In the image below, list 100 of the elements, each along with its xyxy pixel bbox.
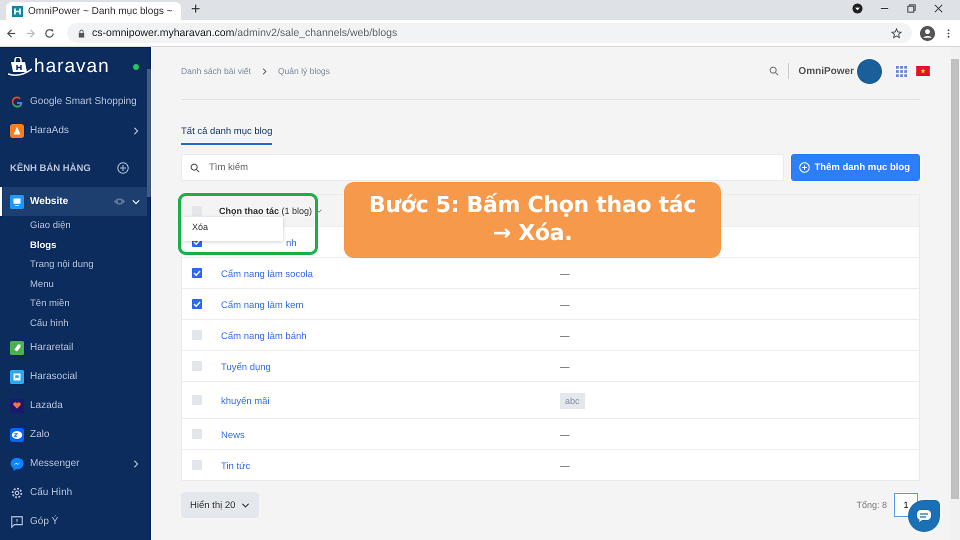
sidebar-item[interactable]: Zalo	[0, 420, 147, 449]
sidebar-item[interactable]: Messenger	[0, 449, 147, 478]
table-cell: —	[560, 331, 570, 342]
sidebar-item[interactable]: HaraAds	[0, 116, 147, 145]
sidebar-item[interactable]: Hararetail	[0, 333, 147, 362]
blog-category-link[interactable]: Cẩm nang làm kem	[221, 300, 304, 311]
close-icon[interactable]	[933, 2, 944, 14]
sidebar-subitem[interactable]: Blogs	[0, 236, 147, 255]
sidebar-item-label: Cấu Hình	[30, 487, 74, 498]
account-icon[interactable]	[920, 26, 935, 40]
search-icon[interactable]	[769, 66, 780, 76]
avatar[interactable]	[857, 58, 882, 84]
chat-button[interactable]	[908, 500, 940, 532]
settings-icon	[10, 486, 24, 500]
search-icon	[190, 162, 200, 172]
apps-grid-icon[interactable]	[896, 66, 907, 76]
chevron-right-icon[interactable]	[132, 460, 140, 468]
tag: abc	[560, 393, 585, 409]
sidebar-item-label: Website	[30, 196, 70, 207]
total-count: Tổng: 8	[856, 500, 887, 510]
table-cell: —	[560, 269, 570, 280]
haraads-app-icon	[10, 124, 24, 138]
sidebar-item-label: HaraAds	[30, 125, 70, 136]
blog-category-link[interactable]: Tin tức	[221, 461, 250, 472]
table-cell: —	[560, 300, 570, 311]
sidebar-item[interactable]: Google Smart Shopping	[0, 87, 147, 116]
sidebar-item-label: Harasocial	[30, 371, 78, 382]
table-cell: —	[560, 461, 570, 472]
blog-category-link[interactable]: nh	[286, 238, 297, 249]
sidebar-item-label: Hararetail	[30, 342, 74, 353]
search-field[interactable]: Tìm kiếm	[181, 154, 784, 181]
blog-category-link[interactable]: Cẩm nang làm bánh	[221, 331, 307, 342]
address-bar[interactable]: cs-omnipower.myharavan.com/adminv2/sale_channels/web/blogs	[67, 23, 912, 43]
row-checkbox[interactable]	[192, 361, 202, 371]
row-checkbox[interactable]	[192, 268, 202, 278]
table-cell: —	[560, 430, 570, 441]
row-checkbox[interactable]	[192, 429, 202, 439]
sidebar-item-label: Lazada	[30, 400, 64, 411]
blog-category-link[interactable]: News	[221, 430, 245, 441]
section-label: KÊNH BÁN HÀNG	[10, 162, 91, 174]
chevron-right-icon[interactable]	[132, 126, 140, 134]
search-input[interactable]: Tìm kiếm	[207, 161, 776, 174]
shop-name[interactable]: OmniPower	[798, 66, 854, 76]
bulk-action-dropdown[interactable]: Chọn thao tác (1 blog)	[219, 206, 324, 216]
star-icon[interactable]	[891, 28, 902, 38]
add-icon	[799, 162, 810, 173]
harasocial-app-icon	[10, 370, 24, 384]
delete-menu-item[interactable]: Xóa	[182, 217, 283, 241]
sidebar-subitem[interactable]: Trang nội dung	[0, 255, 147, 274]
row-checkbox[interactable]	[192, 299, 202, 309]
blog-category-link[interactable]: Tuyển dụng	[221, 362, 271, 373]
row-checkbox[interactable]	[192, 395, 202, 405]
select-all-checkbox[interactable]	[192, 206, 202, 216]
back-icon[interactable]	[6, 28, 17, 38]
sidebar-item[interactable]: Harasocial	[0, 362, 147, 391]
page-size-dropdown[interactable]: Hiển thị 20	[181, 492, 260, 518]
sidebar-item[interactable]: Website	[0, 187, 147, 216]
profile-dropdown-icon[interactable]	[852, 2, 863, 14]
chat-icon	[916, 509, 932, 523]
chevron-right-icon	[260, 68, 268, 74]
chevron-down-icon	[241, 500, 250, 510]
lock-icon	[77, 28, 86, 38]
sidebar-item[interactable]: Lazada	[0, 391, 147, 420]
reload-icon[interactable]	[44, 28, 55, 38]
sidebar-subitem[interactable]: Cấu hình	[0, 314, 147, 333]
chevron-down-icon[interactable]	[132, 198, 140, 206]
messenger-app-icon	[10, 456, 24, 470]
vietnam-flag-icon[interactable]	[916, 66, 930, 76]
google-app-icon	[10, 94, 24, 108]
callout-text: → Xóa.	[492, 220, 572, 248]
sidebar-subitem[interactable]: Tên miền	[0, 294, 147, 314]
browser-tab[interactable]: OmniPower ~ Danh mục blogs ~	[6, 2, 181, 20]
blog-category-link[interactable]: khuyến mãi	[221, 396, 270, 407]
logo-text: haravan	[34, 56, 110, 78]
sidebar-item-label: Zalo	[30, 429, 50, 440]
new-tab-button[interactable]: +	[191, 1, 200, 19]
website-app-icon	[10, 194, 24, 208]
lazada-app-icon	[10, 398, 24, 412]
restore-icon[interactable]	[906, 2, 917, 14]
add-blog-category-button[interactable]: Thêm danh mục blog	[791, 154, 920, 181]
zalo-app-icon	[10, 428, 24, 442]
bag-logo-icon	[8, 57, 32, 77]
favicon-icon	[12, 6, 23, 16]
sidebar-item-label: Messenger	[30, 458, 80, 469]
tab-title: OmniPower ~ Danh mục blogs ~	[28, 6, 173, 16]
feedback-icon	[10, 514, 24, 528]
sidebar-footer-item[interactable]: Cấu Hình	[0, 478, 147, 507]
blog-category-link[interactable]: Cẩm nang làm socola	[221, 269, 313, 280]
sidebar-subitem[interactable]: Giao diện	[0, 216, 147, 236]
tab[interactable]: Tất cả danh mục blog	[181, 126, 272, 145]
hararetail-app-icon	[10, 340, 24, 354]
row-checkbox[interactable]	[192, 460, 202, 470]
caret-icon	[315, 206, 324, 214]
add-icon[interactable]	[117, 162, 129, 174]
scrollbar[interactable]	[147, 47, 151, 540]
sidebar-footer-item[interactable]: Góp Ý	[0, 507, 147, 536]
sidebar-subitem[interactable]: Menu	[0, 274, 147, 294]
sidebar-item-label: Góp Ý	[30, 516, 60, 527]
row-checkbox[interactable]	[192, 330, 202, 340]
sidebar-item-label: Google Smart Shopping	[30, 96, 138, 107]
